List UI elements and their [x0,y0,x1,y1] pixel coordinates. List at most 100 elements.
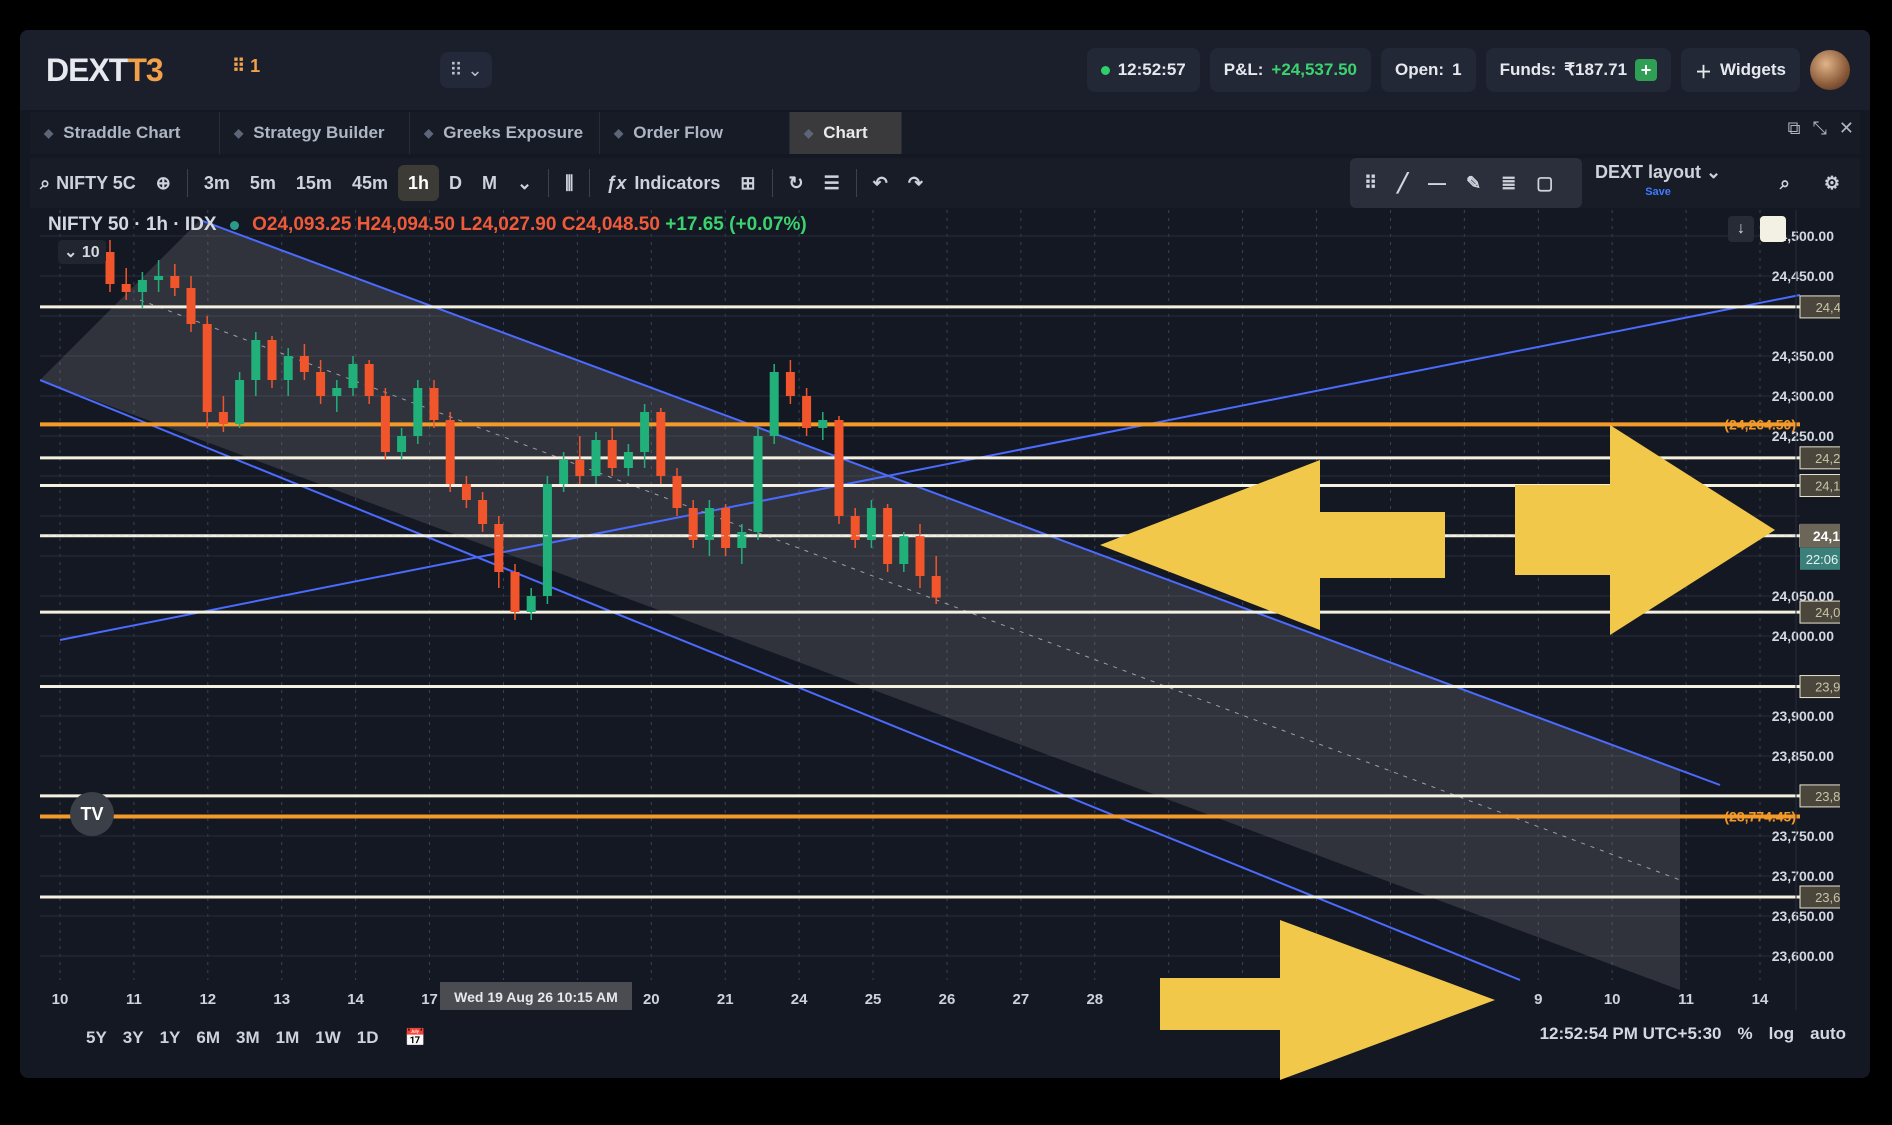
y-tick-label: 24,300.00 [1772,388,1834,404]
timeframe-5m[interactable]: 5m [240,165,286,201]
tab-strategy-builder[interactable]: ◆ Strategy Builder [220,112,410,154]
widgets-button[interactable]: ＋ Widgets [1681,48,1800,92]
minimize-icon[interactable]: ⤡ [1813,118,1827,139]
autoscale-button[interactable] [1760,216,1786,242]
open-positions-pill[interactable]: Open: 1 [1380,48,1476,92]
legend-collapse[interactable]: ⌄ 10 [58,240,106,264]
timezone-clock[interactable]: 12:52:54 PM UTC+5:30 [1540,1024,1722,1044]
layout-selector[interactable]: DEXT layout ⌄ Save [1595,162,1721,202]
y-tick-label: 24,000.00 [1772,628,1834,644]
grid-icon: ⊞ [740,172,756,193]
candle-body [348,364,358,388]
range-6m[interactable]: 6M [196,1028,220,1048]
gear-icon: ⚙ [1823,172,1840,193]
drag-handle-icon[interactable]: ⠿ [1364,173,1377,194]
funds-value: ₹187.71 [1564,60,1628,79]
redo-button[interactable]: ↷ [898,165,933,201]
brush-icon[interactable]: ✎ [1466,173,1481,194]
tab-greeks-exposure[interactable]: ◆ Greeks Exposure [410,112,600,154]
crosshair-date-label: Wed 19 Aug 26 10:15 AM [454,989,618,1005]
templates-button[interactable]: ⊞ [730,165,765,201]
candle-body [834,420,844,516]
auto-toggle[interactable]: auto [1810,1024,1846,1044]
timeframe-dropdown[interactable]: ⌄ [507,165,542,201]
range-1d[interactable]: 1D [357,1028,379,1048]
symbol-search[interactable]: ⌕ NIFTY 5C [30,165,146,201]
alerts-button[interactable]: ☰ [814,165,850,201]
pnl-pill[interactable]: P&L: +24,537.50 [1209,48,1371,92]
range-1w[interactable]: 1W [315,1028,341,1048]
x-tick-label: 21 [717,991,734,1008]
percent-toggle[interactable]: % [1737,1024,1752,1044]
tab-chart[interactable]: ◆ Chart [790,112,902,154]
range-5y[interactable]: 5Y [86,1028,107,1048]
candle-body [656,412,666,476]
arrow-right-annotation [1515,425,1775,635]
level-price-label: 24,411.35 [1816,300,1840,315]
y-tick-label: 24,450.00 [1772,268,1834,284]
x-tick-label: 26 [939,991,956,1008]
timeframe-1h[interactable]: 1h [397,165,439,201]
candle-body [866,508,876,540]
fib-lines-icon[interactable]: ≣ [1501,173,1516,194]
candle-body [931,576,941,598]
legend-high: H24,094.50 [356,214,455,235]
candle-body [397,436,407,452]
settings-button[interactable]: ⚙ [1814,165,1850,201]
workspace-badge[interactable]: ⠿ 1 [232,56,260,77]
add-funds-icon[interactable]: + [1635,59,1658,81]
tradingview-logo[interactable]: TV [70,792,114,836]
candle-body [640,412,650,452]
candle-body [818,420,828,428]
layout-save-link[interactable]: Save [1595,182,1721,202]
goto-date-icon[interactable]: 📅 [405,1028,426,1048]
live-dot-icon [1100,65,1110,75]
trend-line-icon[interactable]: ╱ [1397,173,1408,194]
refresh-button[interactable]: ↻ [779,165,814,201]
y-tick-label: 23,650.00 [1772,908,1834,924]
timeframe-m[interactable]: M [472,165,507,201]
rectangle-icon[interactable]: ▢ [1536,173,1553,194]
range-selector: 5Y 3Y 1Y 6M 3M 1M 1W 1D 📅 [86,1028,426,1048]
candle-body [769,372,779,436]
range-3y[interactable]: 3Y [123,1028,144,1048]
funds-pill[interactable]: Funds: ₹187.71 + [1485,48,1672,92]
x-tick-label: 14 [1752,991,1769,1008]
candle-body [332,388,342,396]
zoom-button[interactable]: ⌕ [1770,165,1800,201]
compare-symbol-button[interactable]: ⊕ [146,165,181,201]
undo-button[interactable]: ↶ [863,165,898,201]
level-price-label: 24,222.70 [1815,451,1840,466]
level-price-label: 23,936.80 [1815,680,1840,695]
candle-body [802,396,812,428]
timeframe-d[interactable]: D [439,165,472,201]
horizontal-line-icon[interactable]: — [1428,173,1446,194]
layout-grid-button[interactable]: ⠿ ⌄ [440,52,492,88]
range-3m[interactable]: 3M [236,1028,260,1048]
x-tick-label: 17 [421,991,438,1008]
app-logo[interactable]: DEXTT3 [46,52,164,89]
range-1m[interactable]: 1M [276,1028,300,1048]
range-1y[interactable]: 1Y [160,1028,181,1048]
download-icon[interactable]: ↓ [1728,216,1754,242]
tab-order-flow[interactable]: ◆ Order Flow [600,112,790,154]
close-icon[interactable]: ✕ [1839,118,1854,139]
legend-open: O24,093.25 [252,214,352,235]
timeframe-15m[interactable]: 15m [286,165,342,201]
log-toggle[interactable]: log [1769,1024,1795,1044]
ohlc-legend: NIFTY 50 · 1h · IDX O24,093.25 H24,094.5… [48,214,807,236]
drag-icon: ◆ [424,126,434,140]
tab-straddle-chart[interactable]: ◆ Straddle Chart [30,112,220,154]
timeframe-3m[interactable]: 3m [194,165,240,201]
avatar[interactable] [1810,50,1850,90]
popout-icon[interactable]: ⧉ [1788,118,1801,139]
candle-body [154,276,164,280]
chart-type-button[interactable]: ⫼ [555,165,583,201]
x-tick-label: 24 [791,991,808,1008]
timeframe-45m[interactable]: 45m [342,165,398,201]
chart-toolbar: ⌕ NIFTY 5C ⊕ 3m 5m 15m 45m 1h D M ⌄ ⫼ ƒx I… [30,158,1860,208]
indicators-button[interactable]: ƒx Indicators [596,165,730,201]
x-tick-label: 11 [1678,991,1694,1008]
candle-body [542,484,552,596]
candle-body [623,452,633,468]
